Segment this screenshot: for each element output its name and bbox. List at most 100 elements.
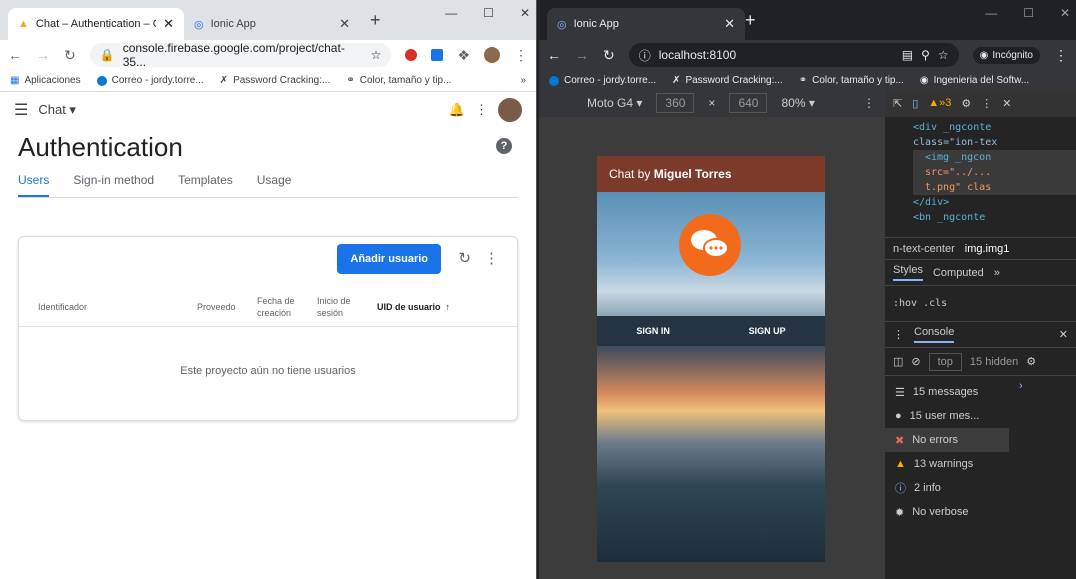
more-icon[interactable]: ⋮: [484, 249, 499, 267]
tab-usage[interactable]: Usage: [257, 173, 292, 197]
back-icon[interactable]: ←: [8, 47, 22, 63]
more-icon[interactable]: ⋮: [475, 102, 488, 118]
more-tabs-icon[interactable]: »: [994, 267, 1000, 279]
tab-sign-in-method[interactable]: Sign-in method: [73, 173, 154, 197]
settings-icon[interactable]: ⚙: [961, 97, 971, 110]
user-avatar[interactable]: [498, 98, 522, 122]
list-item[interactable]: ✹ No verbose: [885, 500, 1009, 524]
extension-icon[interactable]: [405, 49, 418, 61]
col-created[interactable]: Fecha de creación: [257, 287, 299, 327]
bookmark-color[interactable]: ⚭ Color, tamaño y tip...: [799, 75, 904, 86]
new-tab-icon[interactable]: +: [745, 10, 756, 31]
extension-z-icon[interactable]: [431, 49, 444, 61]
col-uid[interactable]: UID de usuario ↑: [377, 287, 450, 327]
right-browser-window: ◎ Ionic App ✕ + — ☐ ✕ ← → ↻ ⓘ localhost:…: [539, 0, 1076, 579]
device-toolbar: Moto G4 ▾ 360 × 640 80% ▾ ⋮: [539, 89, 885, 117]
warnings-badge[interactable]: ▲»3: [928, 97, 951, 109]
sign-up-button[interactable]: SIGN UP: [749, 326, 786, 336]
translate-icon[interactable]: ▤: [902, 48, 913, 62]
col-signin[interactable]: Inicio de sesión: [317, 287, 351, 327]
maximize-icon[interactable]: ☐: [483, 6, 494, 20]
clear-console-icon[interactable]: ⊘: [911, 355, 920, 368]
col-provider[interactable]: Proveedo: [197, 287, 236, 327]
zoom-select[interactable]: 80% ▾: [781, 96, 814, 110]
forward-icon[interactable]: →: [36, 47, 50, 63]
menu-icon[interactable]: ⋮: [1054, 47, 1068, 64]
close-drawer-icon[interactable]: ✕: [1059, 328, 1068, 341]
puzzle-icon[interactable]: ❖: [457, 47, 470, 64]
chat-logo-icon: [679, 214, 741, 276]
bookmark-ingenieria[interactable]: ◉ Ingenieria del Softw...: [920, 75, 1029, 86]
reload-icon[interactable]: ↻: [64, 47, 76, 64]
reload-icon[interactable]: ↻: [603, 47, 615, 64]
list-item[interactable]: ⓘ 2 info: [885, 476, 1009, 500]
address-bar[interactable]: 🔒 console.firebase.google.com/project/ch…: [89, 41, 392, 69]
users-card: Añadir usuario ↻ ⋮ Identificador Proveed…: [18, 236, 518, 421]
close-tab-icon[interactable]: ✕: [163, 16, 174, 32]
zoom-icon[interactable]: ⚲: [921, 48, 930, 62]
list-item[interactable]: ● 15 user mes...: [885, 404, 1009, 428]
height-input[interactable]: 640: [729, 93, 768, 113]
address-bar[interactable]: ⓘ localhost:8100 ▤ ⚲ ☆: [628, 43, 959, 67]
app-header: Chat by Miguel Torres: [597, 156, 825, 192]
bell-icon[interactable]: 🔔: [449, 102, 465, 118]
more-bookmarks-icon[interactable]: »: [520, 75, 526, 86]
window-controls: — ☐ ✕: [445, 6, 530, 20]
avatar[interactable]: [484, 47, 500, 63]
console-settings-icon[interactable]: ⚙: [1026, 355, 1036, 368]
tab-ionic[interactable]: ◎ Ionic App ✕: [547, 8, 745, 40]
sort-arrow-icon: ↑: [445, 302, 451, 312]
add-user-button[interactable]: Añadir usuario: [337, 244, 441, 274]
forward-icon[interactable]: →: [575, 47, 589, 63]
refresh-icon[interactable]: ↻: [458, 249, 471, 267]
more-icon[interactable]: ⋮: [863, 96, 875, 110]
device-select[interactable]: Moto G4 ▾: [587, 96, 642, 110]
bookmark-password[interactable]: ✗ Password Cracking:...: [220, 75, 331, 86]
close-icon[interactable]: ✕: [1060, 6, 1070, 20]
bookmark-apps[interactable]: ▦ Aplicaciones: [10, 75, 81, 86]
tab-ionic[interactable]: ◎ Ionic App ✕: [184, 8, 360, 40]
bookmark-color[interactable]: ⚭ Color, tamaño y tip...: [346, 75, 451, 86]
empty-state: Este proyecto aún no tiene usuarios: [180, 365, 356, 377]
more-icon[interactable]: ⋮: [981, 97, 992, 110]
close-icon[interactable]: ✕: [520, 6, 530, 20]
list-item[interactable]: ✖ No errors: [885, 428, 1009, 452]
context-select[interactable]: top: [928, 352, 962, 371]
drawer-menu-icon[interactable]: ⋮: [893, 328, 904, 341]
close-tab-icon[interactable]: ✕: [724, 16, 735, 32]
bookmark-mail[interactable]: Correo - jordy.torre...: [96, 75, 204, 86]
tab-users[interactable]: Users: [18, 173, 50, 197]
width-input[interactable]: 360: [656, 93, 695, 113]
tab-firebase[interactable]: ▲ Chat – Authentication – Cons ✕: [8, 8, 184, 40]
list-item[interactable]: ▲ 13 warnings: [885, 452, 1009, 476]
col-identifier[interactable]: Identificador: [38, 287, 87, 327]
maximize-icon[interactable]: ☐: [1023, 6, 1034, 20]
console-sidebar: ☰ 15 messages ● 15 user mes... ✖ No errors …: [885, 375, 1076, 524]
incognito-badge[interactable]: ◉ Incógnito: [972, 46, 1040, 64]
minimize-icon[interactable]: —: [445, 6, 457, 20]
sidebar-toggle-icon[interactable]: ◫: [893, 355, 903, 368]
menu-icon[interactable]: ⋮: [514, 47, 528, 64]
console-toolbar: ◫ ⊘ top 15 hidden ⚙: [885, 347, 1076, 375]
close-devtools-icon[interactable]: ✕: [1002, 97, 1011, 110]
device-toggle-icon[interactable]: ▯: [912, 97, 918, 110]
help-icon[interactable]: ?: [496, 137, 512, 154]
star-icon[interactable]: ☆: [371, 48, 382, 62]
inspect-icon[interactable]: ⇱: [893, 97, 902, 110]
sign-in-button[interactable]: SIGN IN: [636, 326, 670, 336]
hamburger-icon[interactable]: ☰: [14, 100, 28, 120]
close-tab-icon[interactable]: ✕: [339, 16, 350, 32]
github-icon: ◉: [919, 75, 929, 86]
project-selector[interactable]: Chat ▾: [38, 102, 76, 118]
tab-templates[interactable]: Templates: [178, 173, 233, 197]
star-icon[interactable]: ☆: [938, 48, 949, 62]
back-icon[interactable]: ←: [547, 47, 561, 63]
bookmark-password[interactable]: ✗ Password Cracking:...: [672, 75, 783, 86]
minimize-icon[interactable]: —: [985, 6, 997, 20]
bookmark-mail[interactable]: Correo - jordy.torre...: [549, 75, 656, 86]
list-item[interactable]: ☰ 15 messages: [885, 380, 1009, 404]
auth-tabs: Users Sign-in method Templates Usage: [18, 163, 518, 198]
console-prompt-icon[interactable]: ›: [1019, 380, 1023, 392]
new-tab-icon[interactable]: +: [370, 10, 381, 31]
styles-filter[interactable]: :hov .cls: [885, 285, 1076, 321]
